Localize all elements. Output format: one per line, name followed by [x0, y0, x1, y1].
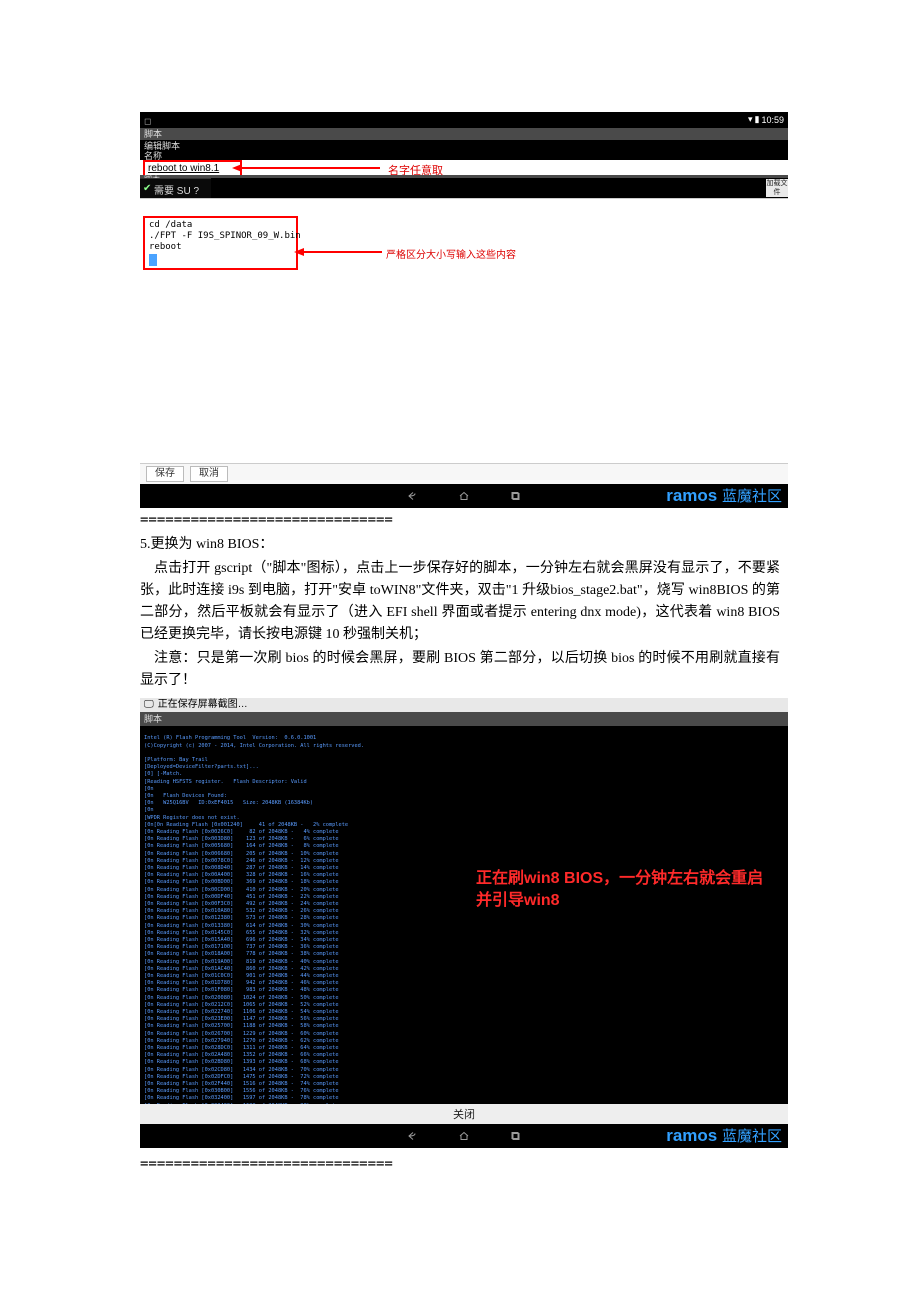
tab-title-2: 脚本 [140, 712, 788, 726]
window-title: 🖵 正在保存屏幕截图… [140, 698, 788, 712]
cancel-button[interactable]: 取消 [190, 466, 228, 482]
status-bar-time: ▾ ▮ 10:59 [748, 114, 784, 125]
terminal-output: Intel (R) Flash Programming Tool Version… [144, 735, 364, 1148]
status-bar: ◻ ▾ ▮ 10:59 [140, 112, 788, 128]
text-cursor [149, 254, 157, 266]
script-content[interactable]: cd /data ./FPT -F I9S_SPINOR_09_W.bin re… [143, 216, 298, 270]
action-row: 保存 取消 [140, 463, 788, 484]
paragraph-note: 注意：只是第一次刷 bios 的时候会黑屏，要刷 BIOS 第二部分，以后切换 … [140, 648, 780, 692]
check-icon: ✔ [143, 185, 151, 193]
divider-2: ============================== [140, 1156, 780, 1172]
brand-watermark-2: ramos 蓝魔社区 [666, 1125, 782, 1146]
paragraph-main: 点击打开 gscript（"脚本"图标），点击上一步保存好的脚本，一分钟左右就会… [140, 558, 780, 646]
nav-recent-icon[interactable] [510, 490, 522, 502]
su-label: 需要 SU ? [154, 182, 199, 197]
divider: ============================== [140, 512, 780, 528]
nav-home-icon[interactable] [458, 490, 470, 502]
close-bar[interactable]: 关闭 [140, 1104, 788, 1124]
wifi-icon: ▾ [748, 114, 753, 125]
annotation-arrow-1 [240, 167, 380, 169]
brand-watermark: ramos 蓝魔社区 [666, 485, 782, 506]
section-header: 编辑脚本 名称 [140, 140, 788, 160]
su-checkbox[interactable]: ✔ 需要 SU ? [140, 178, 211, 199]
screenshot-icon: 🖵 [144, 698, 154, 712]
nav-back-icon[interactable] [406, 1130, 418, 1142]
nav-recent-icon[interactable] [510, 1130, 522, 1142]
annotation-arrow-2 [302, 251, 382, 253]
load-file-button[interactable]: 加载文件 [766, 179, 788, 197]
su-row: ✔ 需要 SU ? 加载文件 [140, 178, 788, 198]
heading-step5: 5.更换为 win8 BIOS： [140, 534, 780, 556]
save-button[interactable]: 保存 [146, 466, 184, 482]
screenshot-script-editor: ◻ ▾ ▮ 10:59 脚本 编辑脚本 名称 reboot to win8.1 … [140, 112, 788, 508]
tab-title: 脚本 [140, 128, 788, 140]
nav-home-icon[interactable] [458, 1130, 470, 1142]
battery-icon: ▮ [755, 114, 760, 125]
section-header-line1: 编辑脚本 [144, 141, 788, 151]
app-icon: ◻ [144, 116, 151, 127]
overlay-flashing-note: 正在刷win8 BIOS，一分钟左右就会重启并引导win8 [476, 868, 778, 912]
close-label: 关闭 [453, 1106, 475, 1122]
nav-back-icon[interactable] [406, 490, 418, 502]
terminal-area: Intel (R) Flash Programming Tool Version… [140, 728, 788, 1104]
screenshot-flashing-bios: 🖵 正在保存屏幕截图… 脚本 Intel (R) Flash Programmi… [140, 698, 788, 1148]
annotation-label-2: 严格区分大小写输入这些内容 [386, 246, 516, 261]
